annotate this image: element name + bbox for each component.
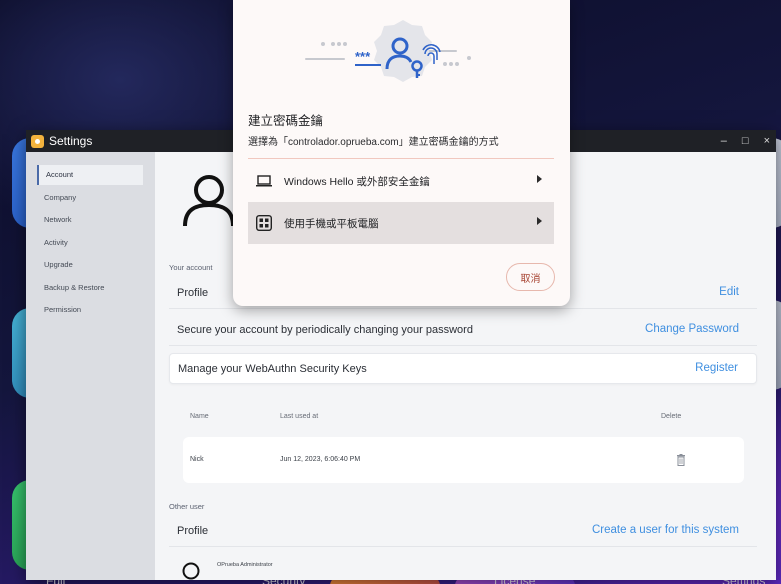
chevron-right-icon: [537, 175, 542, 183]
column-header-delete: Delete: [661, 413, 682, 420]
password-row: Secure your account by periodically chan…: [169, 315, 757, 346]
trash-icon[interactable]: [676, 454, 686, 466]
key-last-used: Jun 12, 2023, 6:06:40 PM: [280, 456, 361, 463]
other-user-name: OPrueba Administrator: [217, 562, 273, 568]
sidebar-item-company[interactable]: Company: [37, 188, 143, 208]
passkey-dialog: *** 建立密碼金鑰 選擇為「controlador.oprueba.com」建…: [233, 0, 570, 306]
your-account-label: Your account: [169, 263, 213, 272]
window-title: Settings: [49, 134, 93, 148]
option-label: Windows Hello 或外部安全金鑰: [284, 175, 430, 188]
laptop-icon: [254, 171, 274, 191]
settings-app-icon: [31, 134, 44, 148]
other-profile-label: Profile: [177, 525, 209, 537]
close-icon[interactable]: ×: [764, 135, 770, 147]
other-user-label: Other user: [169, 502, 205, 511]
divider: [248, 158, 554, 159]
security-keys-table: Name Last used at Delete Nick Jun 12, 20…: [169, 380, 757, 485]
change-password-link[interactable]: Change Password: [645, 323, 739, 335]
maximize-icon[interactable]: □: [742, 135, 749, 147]
sidebar-item-account[interactable]: Account: [37, 165, 143, 185]
option-phone-tablet[interactable]: 使用手機或平板電腦: [248, 202, 554, 244]
sidebar-item-network[interactable]: Network: [37, 210, 143, 230]
column-header-name: Name: [190, 413, 209, 420]
qr-code-icon: [254, 213, 274, 233]
key-name: Nick: [190, 456, 204, 463]
passkey-illustration: ***: [305, 20, 471, 82]
minimize-icon[interactable]: –: [721, 135, 727, 147]
sidebar: Account Company Network Activity Upgrade…: [26, 152, 155, 580]
option-windows-hello[interactable]: Windows Hello 或外部安全金鑰: [248, 160, 554, 202]
password-label: Secure your account by periodically chan…: [177, 324, 473, 336]
other-profile-row: Profile Create a user for this system: [169, 516, 757, 547]
user-avatar-icon: [182, 562, 200, 580]
column-header-last-used: Last used at: [280, 413, 319, 420]
user-avatar-icon: [183, 175, 235, 227]
dialog-subtitle: 選擇為「controlador.oprueba.com」建立密碼金鑰的方式: [248, 137, 499, 148]
dialog-title: 建立密碼金鑰: [248, 114, 324, 128]
sidebar-item-upgrade[interactable]: Upgrade: [37, 255, 143, 275]
masked-password-text: ***: [355, 49, 371, 64]
cancel-button[interactable]: 取消: [506, 263, 555, 291]
sidebar-item-permission[interactable]: Permission: [37, 300, 143, 320]
webauthn-label: Manage your WebAuthn Security Keys: [178, 363, 367, 375]
create-user-link[interactable]: Create a user for this system: [592, 524, 739, 536]
option-label: 使用手機或平板電腦: [284, 217, 379, 230]
table-row: Nick Jun 12, 2023, 6:06:40 PM: [183, 437, 744, 483]
chevron-right-icon: [537, 217, 542, 225]
edit-profile-link[interactable]: Edit: [719, 286, 739, 298]
sidebar-item-activity[interactable]: Activity: [37, 233, 143, 253]
window-controls: – □ ×: [721, 130, 770, 152]
register-key-link[interactable]: Register: [695, 362, 738, 374]
profile-label: Profile: [177, 287, 209, 299]
sidebar-item-backup-restore[interactable]: Backup & Restore: [37, 278, 143, 298]
